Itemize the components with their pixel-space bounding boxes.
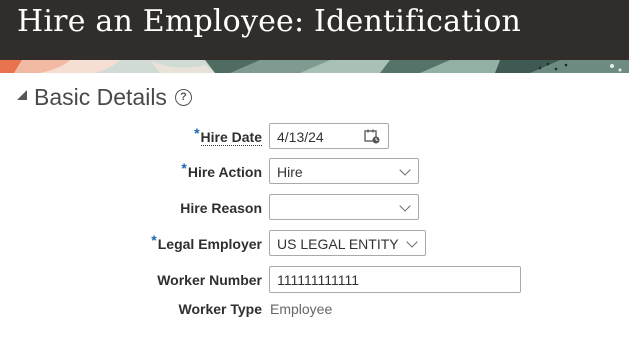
calendar-icon[interactable] xyxy=(364,129,380,144)
decorative-banner xyxy=(0,60,629,73)
page-header: Hire an Employee: Identification xyxy=(0,0,629,60)
hire-date-row: *Hire Date 4/13/24 xyxy=(0,123,629,151)
hire-date-label: *Hire Date xyxy=(194,125,262,146)
legal-employer-row: *Legal Employer US LEGAL ENTITY xyxy=(0,230,629,258)
worker-number-value: 111111111111 xyxy=(277,272,360,288)
question-circle-icon[interactable]: ? xyxy=(175,89,192,106)
legal-employer-value: US LEGAL ENTITY xyxy=(277,236,399,252)
chevron-down-icon[interactable] xyxy=(399,164,411,176)
hire-action-label: *Hire Action xyxy=(181,160,262,180)
chevron-down-icon[interactable] xyxy=(399,200,411,212)
required-asterisk: * xyxy=(181,160,187,176)
banner-pattern xyxy=(0,60,629,73)
worker-type-value: Employee xyxy=(270,301,333,317)
chevron-down-icon[interactable] xyxy=(406,236,418,248)
hire-action-row: *Hire Action Hire xyxy=(0,158,629,186)
required-asterisk: * xyxy=(194,125,200,141)
page-title: Hire an Employee: Identification xyxy=(17,4,522,39)
hire-reason-row: Hire Reason xyxy=(0,194,629,222)
hire-date-field[interactable]: 4/13/24 xyxy=(269,123,389,149)
legal-employer-label: *Legal Employer xyxy=(151,232,262,252)
worker-type-row: Worker Type Employee xyxy=(0,295,629,323)
hire-action-value: Hire xyxy=(277,164,303,180)
worker-number-row: Worker Number 111111111111 xyxy=(0,266,629,294)
collapse-triangle-icon[interactable] xyxy=(17,90,27,100)
hire-action-select[interactable]: Hire xyxy=(269,158,419,184)
section-title: Basic Details xyxy=(34,84,167,110)
required-asterisk: * xyxy=(151,232,157,248)
hire-reason-select[interactable] xyxy=(269,194,419,220)
hire-reason-label: Hire Reason xyxy=(180,200,262,216)
worker-number-input[interactable]: 111111111111 xyxy=(269,266,521,293)
worker-number-label: Worker Number xyxy=(157,272,262,288)
hire-date-value: 4/13/24 xyxy=(277,129,324,145)
worker-type-label: Worker Type xyxy=(178,301,262,317)
legal-employer-select[interactable]: US LEGAL ENTITY xyxy=(269,230,426,256)
